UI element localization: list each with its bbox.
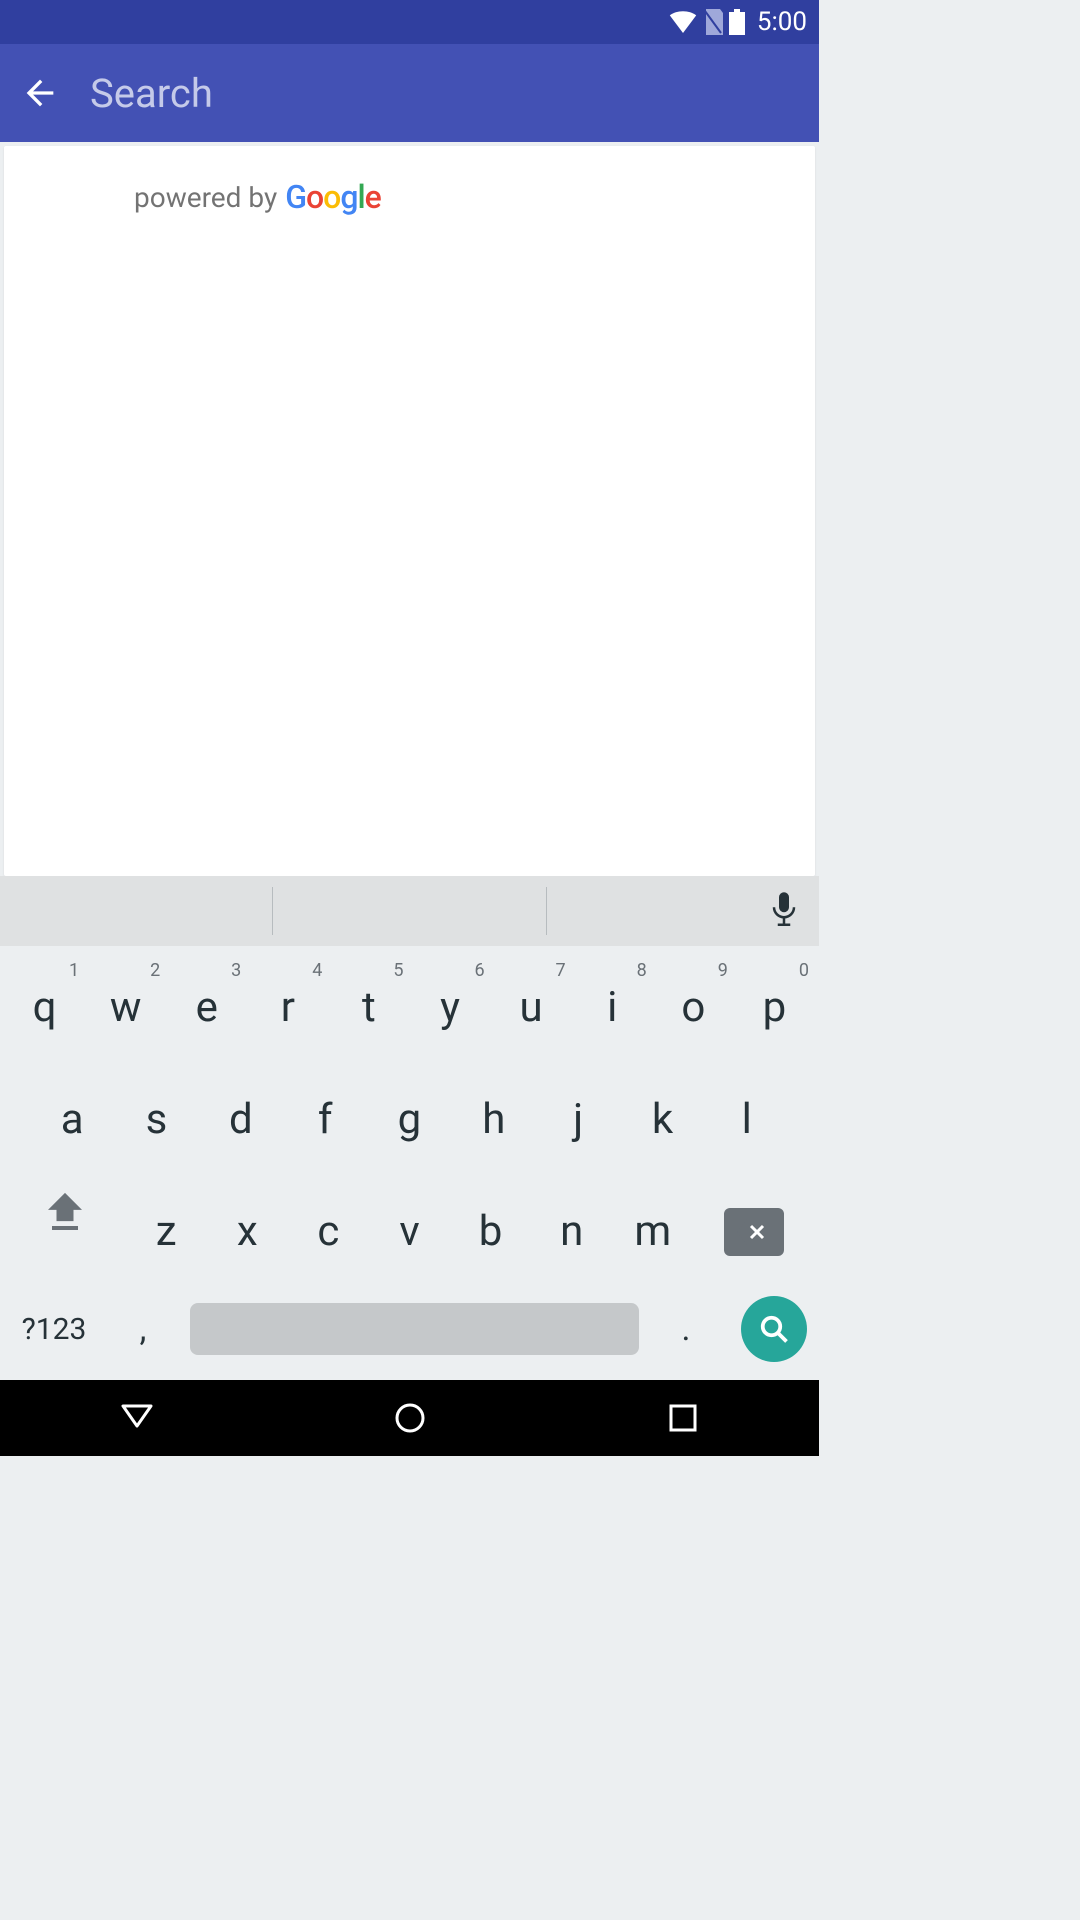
key-c[interactable]: c	[288, 1184, 369, 1280]
back-arrow-icon[interactable]	[20, 73, 60, 113]
key-v[interactable]: v	[369, 1184, 450, 1280]
key-p[interactable]: 0p	[734, 960, 815, 1056]
nav-home-button[interactable]	[388, 1396, 432, 1440]
key-m[interactable]: m	[612, 1184, 693, 1280]
space-key[interactable]	[190, 1303, 639, 1355]
nav-back-button[interactable]	[115, 1396, 159, 1440]
keyboard-row-3: z x c v b n m	[0, 1176, 819, 1288]
key-h[interactable]: h	[452, 1072, 536, 1168]
google-logo: Google	[285, 178, 381, 216]
suggestion-slot[interactable]	[273, 883, 545, 939]
app-bar: Search	[0, 44, 819, 142]
key-f[interactable]: f	[283, 1072, 367, 1168]
key-l[interactable]: l	[705, 1072, 789, 1168]
results-card: powered by Google	[4, 146, 815, 876]
soft-keyboard: 1q 2w 3e 4r 5t 6y 7u 8i 9o 0p a s d f g …	[0, 946, 819, 1380]
keyboard-row-1: 1q 2w 3e 4r 5t 6y 7u 8i 9o 0p	[0, 952, 819, 1064]
key-d[interactable]: d	[199, 1072, 283, 1168]
key-u[interactable]: 7u	[491, 960, 572, 1056]
period-key[interactable]: .	[647, 1309, 725, 1349]
search-icon	[759, 1314, 789, 1344]
key-q[interactable]: 1q	[4, 960, 85, 1056]
wifi-icon	[669, 11, 697, 33]
nav-recents-button[interactable]	[661, 1396, 705, 1440]
key-t[interactable]: 5t	[328, 960, 409, 1056]
keyboard-row-4: ?123 , .	[0, 1288, 819, 1380]
key-b[interactable]: b	[450, 1184, 531, 1280]
keyboard-suggestion-strip	[0, 876, 819, 946]
battery-icon	[729, 9, 745, 35]
key-k[interactable]: k	[620, 1072, 704, 1168]
key-n[interactable]: n	[531, 1184, 612, 1280]
comma-key[interactable]: ,	[104, 1309, 182, 1349]
powered-by-text: powered by	[134, 181, 277, 214]
shift-key[interactable]	[4, 1184, 126, 1280]
key-y[interactable]: 6y	[409, 960, 490, 1056]
key-w[interactable]: 2w	[85, 960, 166, 1056]
key-e[interactable]: 3e	[166, 960, 247, 1056]
no-sim-icon	[703, 9, 723, 35]
backspace-key[interactable]	[693, 1184, 815, 1280]
screen: 5:00 Search powered by Google 1q	[0, 0, 819, 1456]
clock-text: 5:00	[757, 7, 807, 37]
key-j[interactable]: j	[536, 1072, 620, 1168]
key-z[interactable]: z	[126, 1184, 207, 1280]
symbols-key[interactable]: ?123	[4, 1312, 104, 1347]
key-i[interactable]: 8i	[572, 960, 653, 1056]
system-nav-bar	[0, 1380, 819, 1456]
status-bar: 5:00	[0, 0, 819, 44]
backspace-icon	[724, 1208, 784, 1256]
key-o[interactable]: 9o	[653, 960, 734, 1056]
key-x[interactable]: x	[207, 1184, 288, 1280]
search-input[interactable]: Search	[90, 70, 213, 117]
content-area: powered by Google	[0, 142, 819, 876]
keyboard-row-2: a s d f g h j k l	[0, 1064, 819, 1176]
caps-indicator	[52, 1226, 78, 1230]
key-g[interactable]: g	[367, 1072, 451, 1168]
suggestion-slot[interactable]	[0, 883, 272, 939]
powered-by-label: powered by Google	[134, 178, 815, 216]
key-a[interactable]: a	[30, 1072, 114, 1168]
mic-icon[interactable]	[769, 892, 799, 930]
key-s[interactable]: s	[114, 1072, 198, 1168]
search-action-key[interactable]	[741, 1296, 807, 1362]
key-r[interactable]: 4r	[247, 960, 328, 1056]
